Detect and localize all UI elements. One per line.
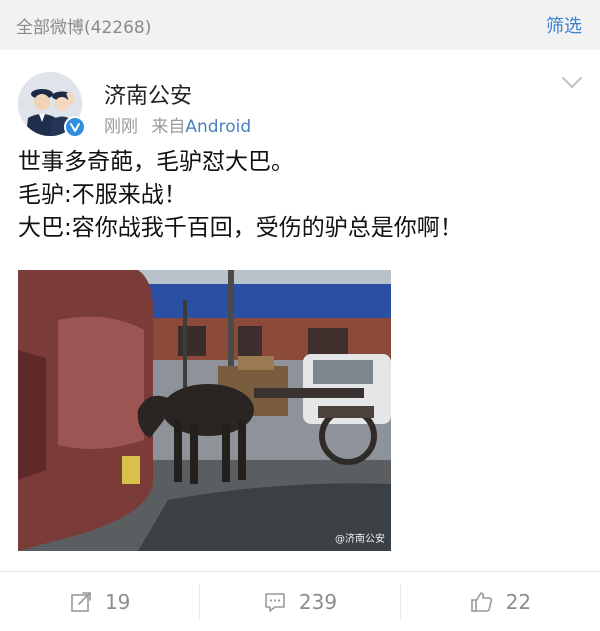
photo-watermark: @济南公安 [335, 534, 385, 545]
repost-button[interactable]: 19 [0, 572, 199, 631]
bus-and-donkey-photo [18, 270, 391, 551]
repost-count: 19 [104, 589, 131, 614]
post-line: 大巴:容你战我千百回，受伤的驴总是你啊！ [18, 215, 463, 241]
post-line: 世事多奇葩，毛驴怼大巴。 [18, 149, 294, 175]
author-name[interactable]: 济南公安 [104, 78, 192, 110]
post-time: 刚刚 [104, 117, 138, 137]
comment-count: 239 [298, 589, 338, 614]
verified-badge-icon [64, 116, 86, 138]
post-line: 毛驴:不服来战！ [18, 182, 187, 208]
post-meta: 刚刚 来自Android [104, 112, 251, 137]
chevron-down-icon[interactable] [560, 74, 584, 92]
post-body: 世事多奇葩，毛驴怼大巴。 毛驴:不服来战！ 大巴:容你战我千百回，受伤的驴总是你… [18, 146, 584, 245]
like-count: 22 [505, 589, 532, 614]
weibo-post-card: 济南公安 刚刚 来自Android 世事多奇葩，毛驴怼大巴。 毛驴:不服来战！ … [0, 50, 600, 631]
thumbs-up-icon [470, 591, 492, 612]
like-button[interactable]: 22 [399, 584, 600, 619]
post-source[interactable]: Android [185, 117, 251, 137]
filter-button[interactable]: 筛选 [546, 12, 582, 38]
post-photo[interactable]: @济南公安 [18, 270, 391, 551]
top-bar: 全部微博(42268) 筛选 [0, 0, 600, 50]
weibo-count-label: 全部微博(42268) [16, 17, 152, 38]
avatar[interactable] [18, 72, 86, 138]
comment-icon [265, 592, 285, 612]
repost-icon [71, 591, 91, 612]
comment-button[interactable]: 239 [199, 584, 399, 619]
post-action-bar: 19 239 22 [0, 571, 600, 631]
source-prefix: 来自 [151, 117, 186, 137]
